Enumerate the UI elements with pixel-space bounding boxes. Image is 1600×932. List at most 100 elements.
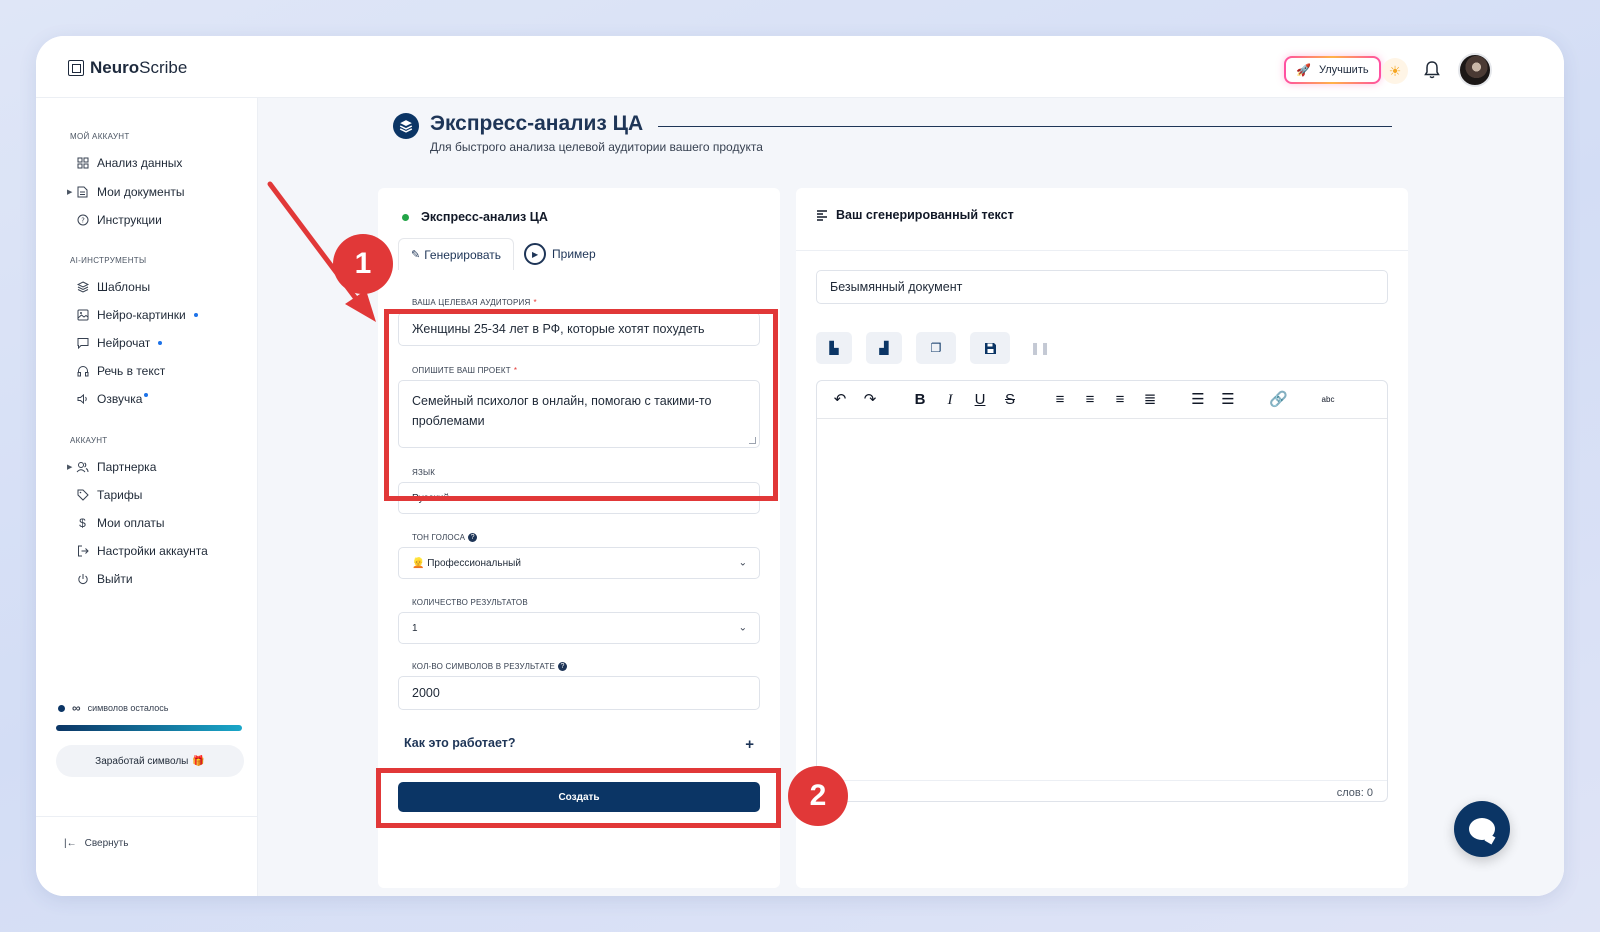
- sidebar-item-label: Озвучка: [97, 392, 143, 406]
- collapse-sidebar-button[interactable]: |← Свернуть: [64, 838, 128, 849]
- upgrade-button[interactable]: 🚀 Улучшить: [1284, 56, 1381, 84]
- new-badge-dot: [158, 341, 163, 345]
- ordered-list-icon[interactable]: ☰: [1189, 391, 1207, 409]
- how-it-works-toggle[interactable]: Как это работает? +: [404, 736, 754, 753]
- tone-select[interactable]: 👱 Профессиональный ⌄: [398, 547, 760, 579]
- sidebar-divider: [36, 816, 258, 817]
- undo-icon[interactable]: ↶: [831, 391, 849, 409]
- bold-icon[interactable]: B: [911, 391, 929, 409]
- sidebar-item-my-documents[interactable]: ▶ Мои документы: [67, 185, 185, 199]
- form-card-header: Экспресс-анализ ЦА: [402, 210, 548, 224]
- editor-toolbar: ↶ ↷ B I U S ≡ ≡ ≡ ≣ ☰ ☰ 🔗 abc: [817, 381, 1387, 419]
- credits-dot: [58, 704, 65, 712]
- chat-icon: [76, 337, 89, 350]
- title-divider: [658, 126, 1392, 127]
- results-count-label: Количество результатов: [412, 598, 528, 607]
- tone-value: 👱 Профессиональный: [412, 557, 521, 569]
- sidebar-item-label: Тарифы: [97, 488, 143, 502]
- copy-button[interactable]: ❐: [916, 332, 956, 364]
- italic-icon[interactable]: I: [941, 391, 959, 409]
- upgrade-label: Улучшить: [1318, 64, 1369, 76]
- sidebar-item-templates[interactable]: Шаблоны: [76, 280, 150, 294]
- sidebar-item-neuro-images[interactable]: Нейро-картинки: [76, 308, 198, 322]
- editor-footer-divider: [817, 780, 1387, 781]
- caret-right-icon[interactable]: ▶: [67, 463, 72, 471]
- annotation-highlight-fields: [384, 309, 778, 501]
- page-title: Экспресс-анализ ЦА: [430, 112, 644, 135]
- chars-count-input[interactable]: 2000: [398, 676, 760, 710]
- sidebar-item-label: Мои оплаты: [97, 516, 165, 530]
- bell-icon[interactable]: [1423, 60, 1441, 80]
- sidebar: Мой аккаунт Анализ данных ▶ Мои документ…: [36, 98, 258, 896]
- results-count-select[interactable]: 1 ⌄: [398, 612, 760, 644]
- users-icon: [76, 461, 89, 474]
- rich-text-editor[interactable]: ↶ ↷ B I U S ≡ ≡ ≡ ≣ ☰ ☰ 🔗 abc слов: 0: [816, 380, 1388, 802]
- tab-generate-label: Генерировать: [424, 247, 502, 262]
- sidebar-item-instructions[interactable]: ? Инструкции: [76, 213, 162, 227]
- align-right-icon[interactable]: ≡: [1111, 391, 1129, 409]
- credits-progress-bar: [56, 725, 242, 731]
- grid-icon: [76, 157, 89, 170]
- link-icon[interactable]: 🔗: [1269, 391, 1288, 409]
- results-count-value: 1: [412, 622, 418, 634]
- tone-label: Тон голоса ?: [412, 533, 478, 542]
- earn-credits-button[interactable]: Заработай символы 🎁: [56, 745, 244, 777]
- save-button[interactable]: [970, 332, 1010, 364]
- export-txt-button[interactable]: ▟: [866, 332, 902, 364]
- align-left-icon: [817, 210, 827, 221]
- copy-icon: ❐: [930, 341, 942, 355]
- pencil-icon: ✎: [411, 249, 421, 261]
- save-icon: [984, 342, 996, 354]
- sidebar-item-label: Нейрочат: [97, 336, 151, 350]
- help-icon[interactable]: ?: [558, 662, 568, 671]
- sidebar-item-my-payments[interactable]: $ Мои оплаты: [76, 516, 165, 530]
- theme-toggle-sun-icon[interactable]: ☀: [1382, 58, 1408, 84]
- new-badge-dot: [193, 313, 198, 317]
- bullet-list-icon[interactable]: ☰: [1219, 391, 1237, 409]
- required-mark: *: [533, 298, 537, 307]
- logo[interactable]: NeuroScribe: [68, 58, 187, 78]
- sidebar-item-logout[interactable]: Выйти: [76, 572, 133, 586]
- sidebar-item-data-analysis[interactable]: Анализ данных: [76, 156, 182, 170]
- output-card-title: Ваш сгенерированный текст: [836, 208, 1014, 222]
- credits-status: ∞ символов осталось: [58, 701, 168, 715]
- spellcheck-icon[interactable]: abc: [1319, 391, 1337, 409]
- export-doc-button[interactable]: ▙: [816, 332, 852, 364]
- chat-bubble-icon: [1469, 818, 1495, 840]
- pause-button[interactable]: ❚❚: [1022, 332, 1058, 364]
- sidebar-item-account-settings[interactable]: Настройки аккаунта: [76, 544, 208, 558]
- align-left-icon[interactable]: ≡: [1051, 391, 1069, 409]
- tab-generate[interactable]: ✎ Генерировать: [398, 238, 515, 270]
- align-justify-icon[interactable]: ≣: [1141, 391, 1159, 409]
- tag-icon: [76, 489, 89, 502]
- align-center-icon[interactable]: ≡: [1081, 391, 1099, 409]
- user-avatar[interactable]: [1458, 53, 1492, 87]
- speaker-icon: [76, 393, 89, 406]
- sidebar-item-neurochat[interactable]: Нейрочат: [76, 336, 163, 350]
- audience-label-text: Ваша целевая аудитория: [412, 298, 531, 307]
- pause-icon: ❚❚: [1029, 341, 1051, 355]
- layers-icon: [393, 113, 419, 139]
- file-text-icon: ▟: [879, 341, 889, 355]
- underline-icon[interactable]: U: [971, 391, 989, 409]
- sidebar-item-tariffs[interactable]: Тарифы: [76, 488, 142, 502]
- credits-text: символов осталось: [87, 703, 169, 713]
- tab-example[interactable]: ▶ Пример: [514, 238, 608, 270]
- collapse-icon: |←: [64, 838, 77, 849]
- sidebar-item-label: Шаблоны: [97, 280, 151, 294]
- earn-label: Заработай символы: [95, 755, 189, 767]
- form-tabs: ✎ Генерировать ▶ Пример: [398, 238, 608, 270]
- redo-icon[interactable]: ↷: [861, 391, 879, 409]
- sidebar-item-label: Мои документы: [97, 185, 185, 199]
- support-chat-button[interactable]: [1454, 801, 1510, 857]
- sidebar-item-voiceover[interactable]: Озвучка: [76, 392, 149, 406]
- sidebar-item-partners[interactable]: ▶ Партнерка: [67, 460, 156, 474]
- help-icon[interactable]: ?: [468, 533, 478, 542]
- document-name-input[interactable]: Безымянный документ: [816, 270, 1388, 304]
- logo-icon: [68, 60, 84, 76]
- sidebar-item-speech-to-text[interactable]: Речь в текст: [76, 364, 165, 378]
- caret-right-icon[interactable]: ▶: [67, 188, 72, 196]
- sidebar-section-title: AI-инструменты: [70, 256, 147, 265]
- strikethrough-icon[interactable]: S: [1001, 391, 1019, 409]
- annotation-step-1: 1: [333, 234, 393, 294]
